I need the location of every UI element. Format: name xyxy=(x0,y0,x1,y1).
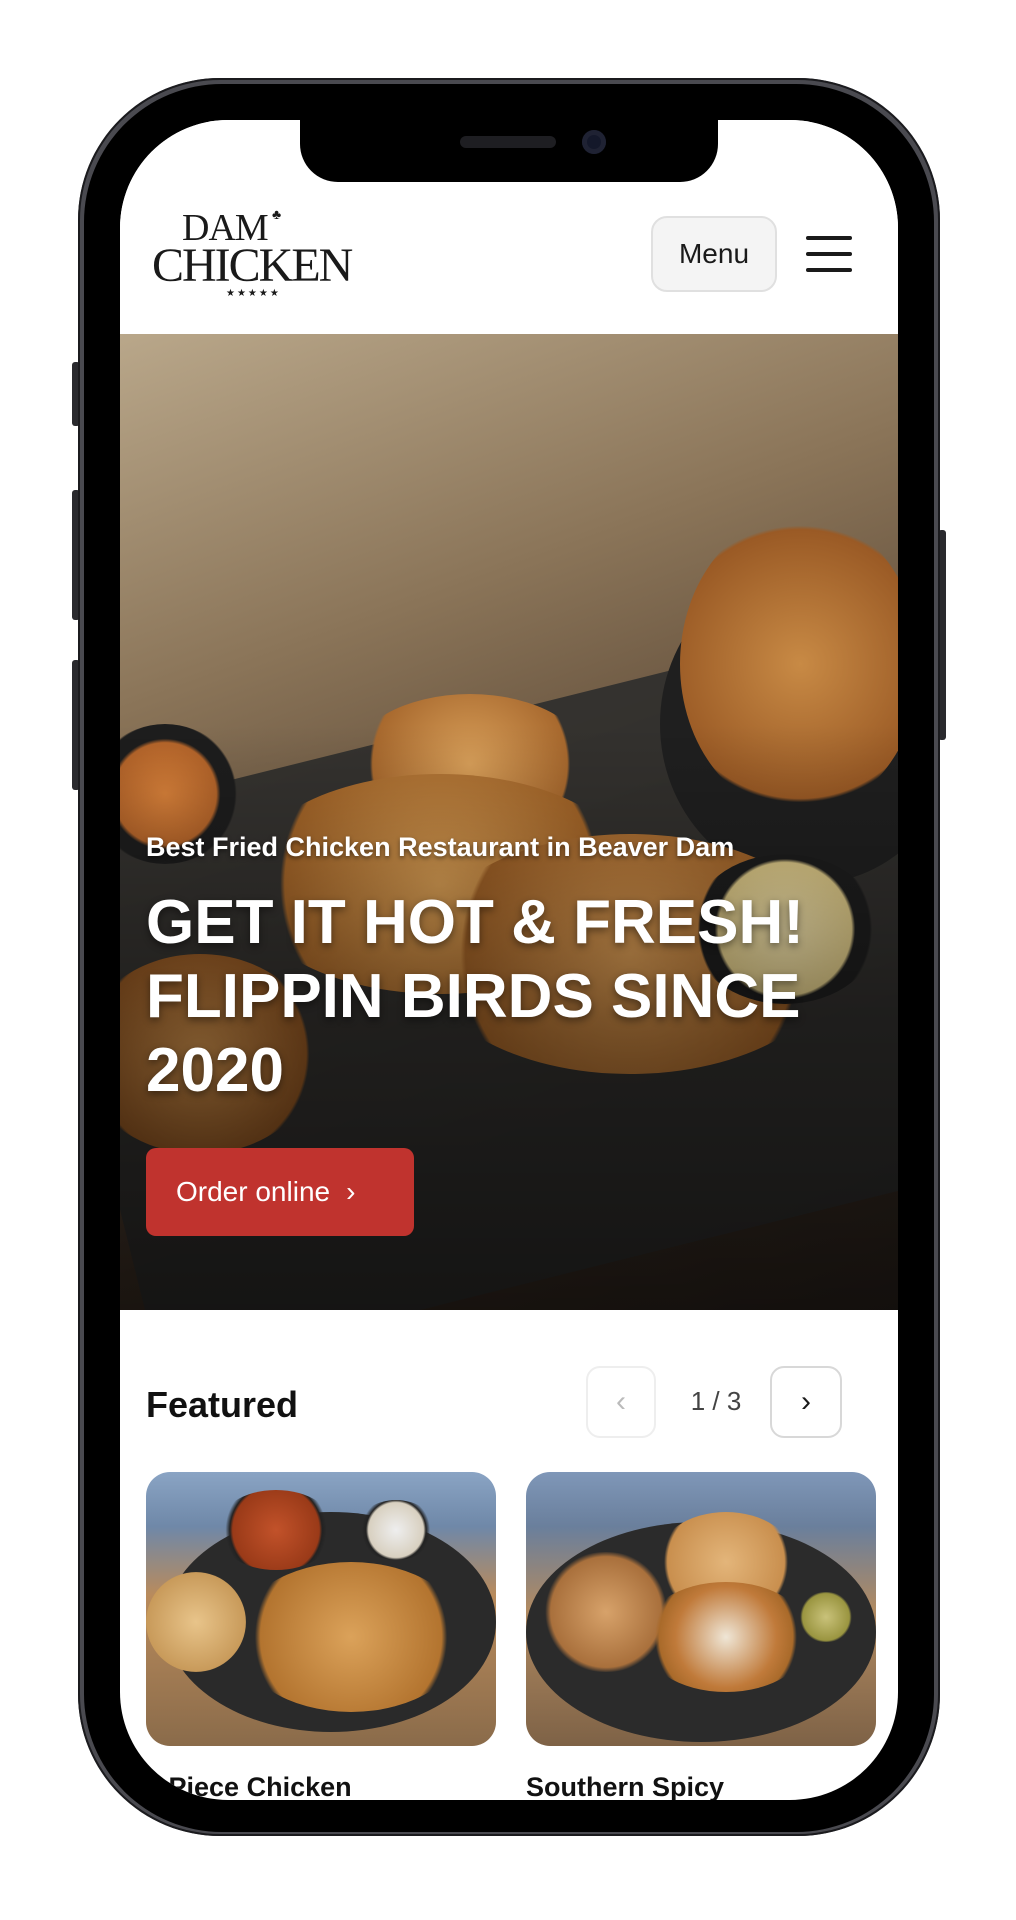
order-online-label: Order online xyxy=(176,1176,331,1207)
menu-button[interactable]: Menu xyxy=(651,216,777,292)
dam-chicken-logo[interactable]: DAM ♣ CHICKEN ★★★★★ xyxy=(152,206,353,302)
next-page-button[interactable]: › xyxy=(770,1366,842,1438)
beans-cup-graphic xyxy=(216,1490,336,1570)
previous-page-button[interactable]: ‹ xyxy=(586,1366,656,1438)
chevron-right-icon: › xyxy=(801,1385,811,1418)
featured-item-card[interactable]: Southern Spicy xyxy=(526,1472,876,1800)
featured-item-image xyxy=(146,1472,496,1746)
featured-item-name: 4 Piece Chicken xyxy=(146,1772,352,1800)
chevron-right-icon: › xyxy=(346,1176,356,1207)
slaw-cup-graphic xyxy=(356,1500,436,1560)
hero-headline: GET IT HOT & FRESH! FLIPPIN BIRDS SINCE … xyxy=(146,888,804,1105)
sprout-icon: ♣ xyxy=(272,208,282,223)
chevron-left-icon: ‹ xyxy=(616,1385,626,1418)
speaker-grille xyxy=(460,136,556,148)
featured-item-card[interactable]: 4 Piece Chicken xyxy=(146,1472,496,1800)
logo-stars: ★★★★★ xyxy=(226,288,281,299)
biscuit-graphic xyxy=(146,1572,246,1672)
featured-heading: Featured xyxy=(146,1384,299,1425)
page-indicator: 1 / 3 xyxy=(690,1386,742,1416)
featured-item-name: Southern Spicy xyxy=(526,1772,725,1800)
sandwich-filling-graphic xyxy=(641,1582,811,1692)
hero-section: Best Fried Chicken Restaurant in Beaver … xyxy=(120,334,898,1310)
phone-notch xyxy=(300,118,718,182)
front-camera xyxy=(582,130,606,154)
order-online-button[interactable]: Order online › xyxy=(146,1148,414,1236)
hero-subtitle: Best Fried Chicken Restaurant in Beaver … xyxy=(146,832,735,862)
phone-screen: DAM ♣ CHICKEN ★★★★★ Menu Best Fried Chic… xyxy=(120,120,898,1800)
pickle-graphic xyxy=(796,1592,856,1642)
fried-chicken-graphic xyxy=(236,1562,466,1712)
featured-item-image xyxy=(526,1472,876,1746)
hamburger-menu-icon[interactable] xyxy=(806,236,852,272)
logo-text-bottom: CHICKEN xyxy=(152,239,353,292)
